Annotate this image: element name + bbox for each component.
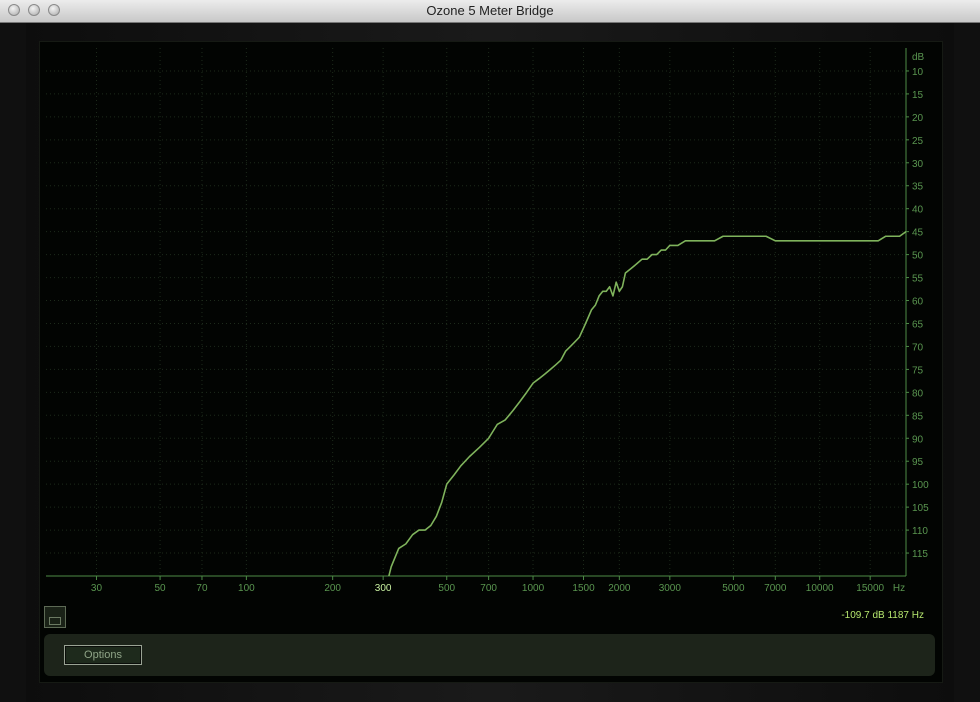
app-window: Ozone 5 Meter Bridge 30 50 70 100 200 300 500 7…: [0, 0, 980, 702]
y-tick-label: 20: [912, 113, 924, 124]
y-tick-label: 110: [912, 526, 928, 537]
bottom-toolbar: [44, 634, 935, 676]
x-tick-label: 10000: [806, 583, 834, 594]
y-tick-label: 45: [912, 228, 924, 239]
y-tick-label: 10: [912, 67, 924, 78]
x-tick-label: 500: [438, 583, 455, 594]
y-tick-label: 60: [912, 297, 924, 308]
options-button[interactable]: Options: [64, 645, 142, 665]
y-tick-label: 90: [912, 434, 924, 445]
y-tick-label: 70: [912, 342, 924, 353]
spectrum-trace: [388, 231, 906, 576]
y-tick-label: 80: [912, 388, 924, 399]
window-icon: [49, 617, 61, 625]
x-tick-label: 5000: [722, 583, 745, 594]
y-tick-label: 55: [912, 274, 924, 285]
x-tick-label: 3000: [659, 583, 682, 594]
x-tick-label: 700: [480, 583, 497, 594]
y-tick-label: 115: [912, 549, 928, 560]
y-tick-label: 40: [912, 205, 924, 216]
x-tick-label: 50: [155, 583, 167, 594]
y-axis-label: dB: [912, 52, 925, 63]
x-tick-label: 300: [375, 583, 392, 594]
x-tick-label: 15000: [856, 583, 884, 594]
x-tick-label: 1500: [572, 583, 595, 594]
y-tick-label: 95: [912, 457, 924, 468]
y-tick-label: 75: [912, 365, 924, 376]
y-tick-label: 100: [912, 480, 929, 491]
y-tick-label: 25: [912, 136, 924, 147]
y-tick-label: 15: [912, 90, 924, 101]
view-toggle-button[interactable]: [44, 606, 66, 628]
x-tick-label: 30: [91, 583, 103, 594]
y-tick-label: 105: [912, 503, 929, 514]
cursor-readout: -109.7 dB 1187 Hz: [841, 610, 924, 621]
x-tick-label: 2000: [608, 583, 631, 594]
y-tick-label: 85: [912, 411, 924, 422]
spectrum-chart: 30 50 70 100 200 300 500 700 1000 1500 2000 3000 500…: [46, 48, 929, 594]
y-tick-label: 30: [912, 159, 924, 170]
x-tick-label: 200: [324, 583, 341, 594]
x-tick-label: 7000: [764, 583, 787, 594]
x-tick-label: 1000: [522, 583, 545, 594]
x-axis-label: Hz: [893, 583, 905, 594]
y-tick-label: 50: [912, 251, 924, 262]
x-tick-label: 100: [238, 583, 255, 594]
y-tick-label: 65: [912, 319, 924, 330]
y-tick-label: 35: [912, 182, 924, 193]
x-tick-label: 70: [196, 583, 208, 594]
